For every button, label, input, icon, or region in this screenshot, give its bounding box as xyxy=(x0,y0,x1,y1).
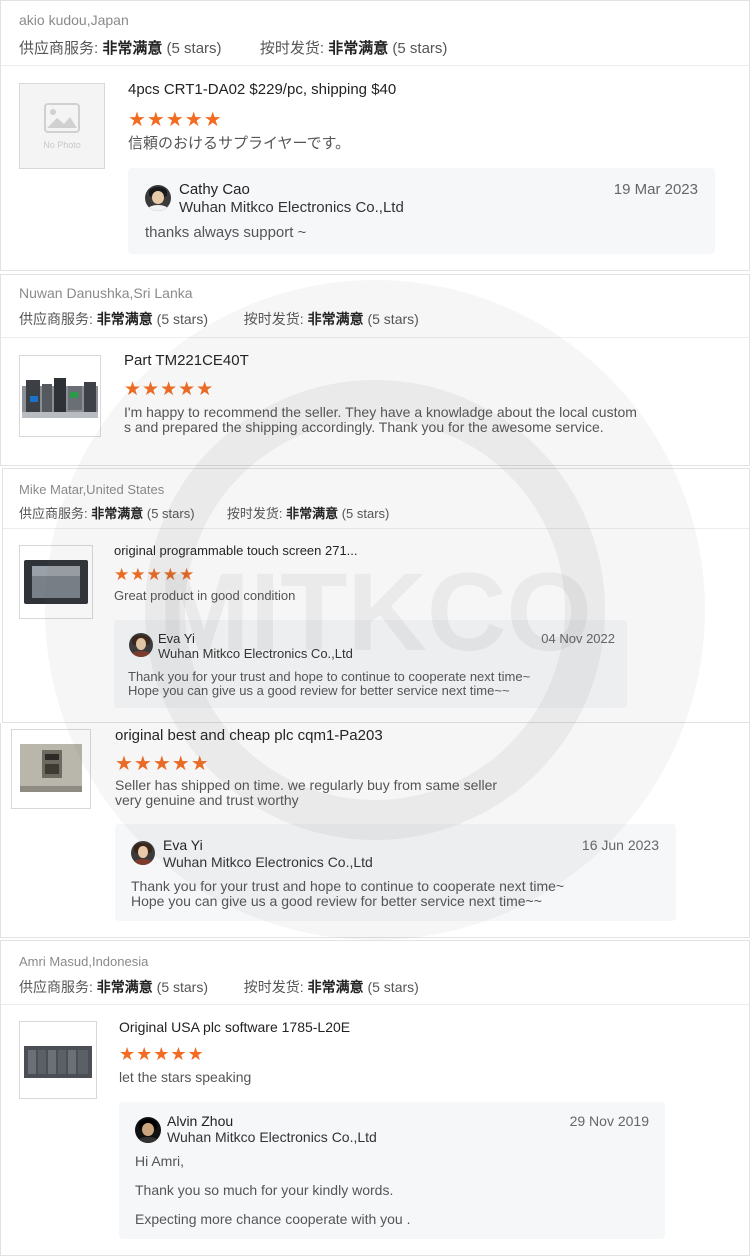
service-label: 供应商服务: xyxy=(19,40,99,57)
delivery-rating: 非常满意 xyxy=(307,979,364,995)
service-stars-text: (5 stars) xyxy=(156,311,209,327)
reply-date: 16 Jun 2023 xyxy=(581,837,659,853)
service-stars-text: (5 stars) xyxy=(146,506,195,521)
seller-reply: Eva Yi Wuhan Mitkco Electronics Co.,Ltd … xyxy=(115,824,676,921)
delivery-label: 按时发货: xyxy=(259,40,325,57)
delivery-label: 按时发货: xyxy=(243,979,304,995)
review-card: original best and cheap plc cqm1-Pa203 ★… xyxy=(0,723,750,938)
reply-date: 29 Nov 2019 xyxy=(569,1113,649,1129)
reply-date: 19 Mar 2023 xyxy=(613,181,698,198)
seller-avatar xyxy=(131,841,155,865)
image-icon xyxy=(44,103,80,133)
service-label: 供应商服务: xyxy=(19,979,93,995)
review-comment: Great product in good condition xyxy=(114,588,296,603)
delivery-rating: 非常满意 xyxy=(286,506,339,521)
service-rating: 非常满意 xyxy=(91,506,144,521)
seller-company: Wuhan Mitkco Electronics Co.,Ltd xyxy=(158,646,353,661)
product-thumbnail[interactable]: No Photo xyxy=(19,83,105,169)
review-card: Mike Matar,United States 供应商服务: 非常满意 (5 … xyxy=(2,468,750,723)
product-image xyxy=(20,744,82,792)
delivery-stars-text: (5 stars) xyxy=(367,979,419,995)
delivery-stars-text: (5 stars) xyxy=(341,506,390,521)
reply-text-line: Thank you for your trust and hope to con… xyxy=(128,669,531,684)
product-title[interactable]: Part TM221CE40T xyxy=(124,352,249,369)
delivery-rating: 非常满意 xyxy=(328,40,389,57)
product-image xyxy=(24,1046,92,1078)
rating-stars: ★★★★★ xyxy=(128,109,223,131)
seller-company: Wuhan Mitkco Electronics Co.,Ltd xyxy=(163,854,373,870)
review-comment-line: s and prepared the shipping accordingly.… xyxy=(124,419,604,435)
product-title[interactable]: original best and cheap plc cqm1-Pa203 xyxy=(115,727,383,744)
seller-company: Wuhan Mitkco Electronics Co.,Ltd xyxy=(179,199,404,216)
product-thumbnail[interactable] xyxy=(19,545,93,619)
rating-stars: ★★★★★ xyxy=(124,379,215,400)
service-stars-text: (5 stars) xyxy=(156,979,209,995)
buyer-name: Nuwan Danushka,Sri Lanka xyxy=(19,285,193,301)
no-photo-label: No Photo xyxy=(43,140,81,150)
review-comment: let the stars speaking xyxy=(119,1069,252,1085)
product-thumbnail[interactable] xyxy=(11,729,91,809)
seller-reply: Cathy Cao Wuhan Mitkco Electronics Co.,L… xyxy=(128,168,715,254)
product-title[interactable]: original programmable touch screen 271..… xyxy=(114,543,358,558)
delivery-stars-text: (5 stars) xyxy=(392,40,448,57)
no-photo-placeholder: No Photo xyxy=(20,84,104,168)
seller-avatar xyxy=(145,185,171,211)
rating-stars: ★★★★★ xyxy=(119,1044,205,1064)
review-card: Amri Masud,Indonesia 供应商服务: 非常满意 (5 star… xyxy=(0,940,750,1256)
seller-reply: Eva Yi Wuhan Mitkco Electronics Co.,Ltd … xyxy=(114,620,627,708)
reply-text-line: Hope you can give us a good review for b… xyxy=(131,893,542,909)
ratings-summary: 供应商服务: 非常满意 (5 stars) 按时发货: 非常满意 (5 star… xyxy=(19,503,389,522)
service-stars-text: (5 stars) xyxy=(166,40,222,57)
ratings-summary: 供应商服务: 非常满意 (5 stars) 按时发货: 非常满意 (5 star… xyxy=(19,37,447,58)
reply-text-line: Hi Amri, xyxy=(135,1153,184,1169)
review-comment-line: very genuine and trust worthy xyxy=(115,792,299,808)
seller-name: Cathy Cao xyxy=(179,181,250,198)
buyer-name: Amri Masud,Indonesia xyxy=(19,954,149,969)
ratings-summary: 供应商服务: 非常满意 (5 stars) 按时发货: 非常满意 (5 star… xyxy=(19,977,419,997)
reply-text: thanks always support ~ xyxy=(145,224,307,241)
product-thumbnail[interactable] xyxy=(19,1021,97,1099)
review-card: akio kudou,Japan 供应商服务: 非常满意 (5 stars) 按… xyxy=(0,0,750,271)
product-title[interactable]: 4pcs CRT1-DA02 $229/pc, shipping $40 xyxy=(128,81,396,98)
review-comment-line: Seller has shipped on time. we regularly… xyxy=(115,777,498,793)
delivery-label: 按时发货: xyxy=(226,506,283,521)
product-thumbnail[interactable] xyxy=(19,355,101,437)
product-title[interactable]: Original USA plc software 1785-L20E xyxy=(119,1019,350,1035)
delivery-stars-text: (5 stars) xyxy=(367,311,419,327)
product-image xyxy=(22,378,98,418)
delivery-label: 按时发货: xyxy=(243,311,304,327)
seller-reply: Alvin Zhou Wuhan Mitkco Electronics Co.,… xyxy=(119,1102,665,1239)
seller-company: Wuhan Mitkco Electronics Co.,Ltd xyxy=(167,1129,377,1145)
reply-text-line: Thank you for your trust and hope to con… xyxy=(131,878,565,894)
review-comment: 信頼のおけるサプライヤーです。 xyxy=(128,135,351,152)
reply-date: 04 Nov 2022 xyxy=(541,631,615,646)
rating-stars: ★★★★★ xyxy=(115,753,210,775)
service-label: 供应商服务: xyxy=(19,311,93,327)
reply-text-line: Expecting more chance cooperate with you… xyxy=(135,1211,411,1227)
delivery-rating: 非常满意 xyxy=(307,311,364,327)
seller-avatar xyxy=(135,1117,161,1143)
service-rating: 非常满意 xyxy=(96,311,153,327)
service-rating: 非常满意 xyxy=(102,40,163,57)
review-comment-line: I'm happy to recommend the seller. They … xyxy=(124,404,637,420)
seller-name: Eva Yi xyxy=(158,631,195,646)
seller-name: Alvin Zhou xyxy=(167,1113,234,1129)
seller-avatar xyxy=(129,633,153,657)
buyer-name: akio kudou,Japan xyxy=(19,12,129,28)
service-rating: 非常满意 xyxy=(96,979,153,995)
review-card: Nuwan Danushka,Sri Lanka 供应商服务: 非常满意 (5 … xyxy=(0,274,750,466)
ratings-summary: 供应商服务: 非常满意 (5 stars) 按时发货: 非常满意 (5 star… xyxy=(19,309,419,329)
reply-text-line: Hope you can give us a good review for b… xyxy=(128,683,510,698)
product-image xyxy=(24,560,88,604)
buyer-name: Mike Matar,United States xyxy=(19,482,165,497)
rating-stars: ★★★★★ xyxy=(114,565,196,584)
service-label: 供应商服务: xyxy=(19,506,88,521)
seller-name: Eva Yi xyxy=(163,837,203,853)
reply-text-line: Thank you so much for your kindly words. xyxy=(135,1182,394,1198)
